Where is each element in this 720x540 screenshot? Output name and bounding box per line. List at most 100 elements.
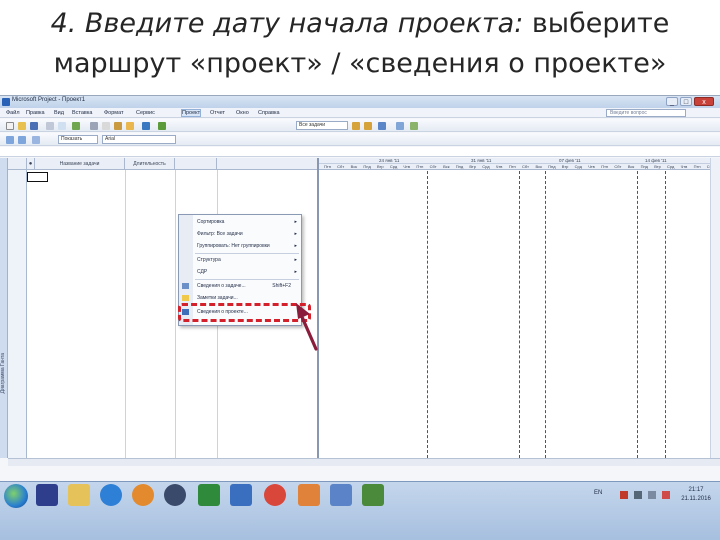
day-label: Чтв [403,164,410,169]
expand-icon[interactable] [32,136,40,144]
system-clock[interactable]: 21:17 21.11.2016 [676,486,716,504]
help-search-input[interactable]: Введите вопрос [606,109,686,117]
network-icon[interactable] [634,491,642,499]
menu-help[interactable]: Справка [258,110,280,116]
goto-task-icon[interactable] [378,122,386,130]
day-label: Вск [350,164,358,169]
gantt-day-scale: Птн Сбт Вск Пнд Втр Срд Чтв Птн Сбт Вск Пнд Втр Срд Ч… [319,164,720,170]
maximize-button[interactable]: □ [680,97,692,106]
explorer-icon[interactable] [68,484,90,506]
task-info-icon [182,283,189,289]
filter-combo[interactable]: Все задачи [296,121,348,130]
paste-icon[interactable] [114,122,122,130]
media-player-icon[interactable] [132,484,154,506]
weekend-line [665,171,666,458]
col-task-name[interactable]: Название задачи [35,158,125,170]
flag-icon[interactable] [620,491,628,499]
show-dropdown[interactable]: Показать [58,135,98,144]
spelling-icon[interactable] [72,122,80,130]
active-cell[interactable] [27,172,48,182]
menu-item-task-notes[interactable]: Заметки задачи... [179,293,301,303]
day-label: Пнд [363,164,371,169]
menu-item-shortcut: Shift+F2 [272,283,291,289]
powerpoint-icon[interactable] [298,484,320,506]
slide-title-line1: 4. Введите дату начала проекта: выберите [0,4,720,44]
project-taskbar-icon[interactable] [198,484,220,506]
word-icon[interactable] [230,484,252,506]
format-painter-icon[interactable] [126,122,134,130]
preview-icon[interactable] [58,122,66,130]
new-icon[interactable] [6,122,14,130]
menu-item-wbs[interactable]: СДР ▸ [179,267,301,277]
menu-view[interactable]: Вид [54,110,64,116]
indent-icon[interactable] [18,136,26,144]
col-start[interactable] [175,158,217,170]
outdent-icon[interactable] [6,136,14,144]
save-icon[interactable] [30,122,38,130]
volume-icon[interactable] [648,491,656,499]
excel-icon[interactable] [362,484,384,506]
cut-icon[interactable] [90,122,98,130]
print-icon[interactable] [46,122,54,130]
standard-toolbar: Все задачи [0,119,720,132]
menu-item-filter[interactable]: Фильтр: Все задачи ▸ [179,229,301,239]
menu-item-task-info[interactable]: Сведения о задаче... Shift+F2 [179,281,301,291]
notes-icon [182,295,189,301]
submenu-arrow-icon: ▸ [294,243,297,249]
menu-item-group[interactable]: Группировать: Нет группировки ▸ [179,241,301,251]
entry-bar[interactable] [0,147,720,157]
day-label: Пнд [548,164,556,169]
open-icon[interactable] [18,122,26,130]
highlight-frame [178,303,311,322]
day-label: Пнд [640,164,648,169]
day-label: Втр [654,164,661,169]
undo-icon[interactable] [142,122,150,130]
view-bar[interactable]: Диаграмма Ганта [0,158,8,458]
minimize-button[interactable]: _ [666,97,678,106]
chrome-icon[interactable] [264,484,286,506]
col-finish[interactable] [217,158,317,170]
menu-report[interactable]: Отчет [210,110,225,116]
slide-title-line2: маршрут «проект» / «сведения о проекте» [53,48,667,79]
link-icon[interactable] [158,122,166,130]
formatting-toolbar: Показать Arial [0,133,720,146]
slide-title: 4. Введите дату начала проекта: выберите… [0,4,720,84]
start-button[interactable] [4,484,28,508]
menu-insert[interactable]: Вставка [72,110,92,116]
row-header [8,158,27,170]
week-label: 24 янв '11 [379,158,400,163]
weekend-line [519,171,520,458]
app-icon[interactable] [330,484,352,506]
ms-project-screenshot: Microsoft Project - Проект1 _ □ x Файл П… [0,95,720,540]
taskbar-app-icon[interactable] [36,484,58,506]
close-button[interactable]: x [694,97,714,106]
menu-tools[interactable]: Сервис [136,110,155,116]
zoom-out-icon[interactable] [364,122,372,130]
hp-icon[interactable] [164,484,186,506]
ie-icon[interactable] [100,484,122,506]
submenu-arrow-icon: ▸ [294,219,297,225]
copy-picture-icon[interactable] [396,122,404,130]
horizontal-scrollbar[interactable] [8,458,720,466]
task-table-header: ● Название задачи Длительность [8,158,317,170]
project-app-icon [2,98,10,106]
zoom-in-icon[interactable] [352,122,360,130]
help-icon[interactable] [410,122,418,130]
menu-item-outline[interactable]: Структура ▸ [179,255,301,265]
font-combo[interactable]: Arial [102,135,176,144]
menu-window[interactable]: Окно [236,110,249,116]
col-duration[interactable]: Длительность [125,158,175,170]
menu-format[interactable]: Формат [104,110,124,116]
power-icon[interactable] [662,491,670,499]
vertical-scrollbar[interactable] [710,158,720,458]
menu-item-label: Фильтр: Все задачи [197,231,243,237]
language-indicator[interactable]: EN [594,490,602,496]
window-title: Microsoft Project - Проект1 [12,97,86,103]
windows-taskbar: EN 21:17 21.11.2016 [0,481,720,540]
menu-item-sort[interactable]: Сортировка ▸ [179,217,301,227]
menu-file[interactable]: Файл [6,110,20,116]
copy-icon[interactable] [102,122,110,130]
menu-edit[interactable]: Правка [26,110,45,116]
row-number-column[interactable] [8,170,27,458]
menu-project[interactable]: Проект [180,109,202,117]
